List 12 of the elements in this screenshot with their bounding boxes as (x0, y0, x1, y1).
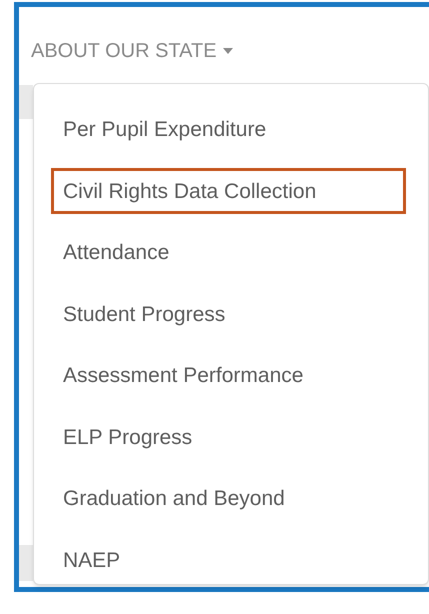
menu-item[interactable]: Attendance (51, 230, 406, 276)
menu-item[interactable]: Per Pupil Expenditure (51, 106, 406, 153)
about-our-state-menu[interactable]: ABOUT OUR STATE (31, 41, 233, 61)
menu-item[interactable]: NAEP (51, 537, 406, 584)
menu-item[interactable]: Graduation and Beyond (51, 476, 406, 522)
background-bar (19, 85, 33, 119)
background-bar (19, 545, 33, 581)
menu-item[interactable]: Civil Rights Data Collection (51, 168, 406, 214)
menu-item[interactable]: Assessment Performance (51, 352, 406, 399)
menu-item[interactable]: ELP Progress (51, 414, 406, 460)
menu-item[interactable]: Student Progress (51, 291, 406, 338)
caret-icon (222, 48, 233, 54)
